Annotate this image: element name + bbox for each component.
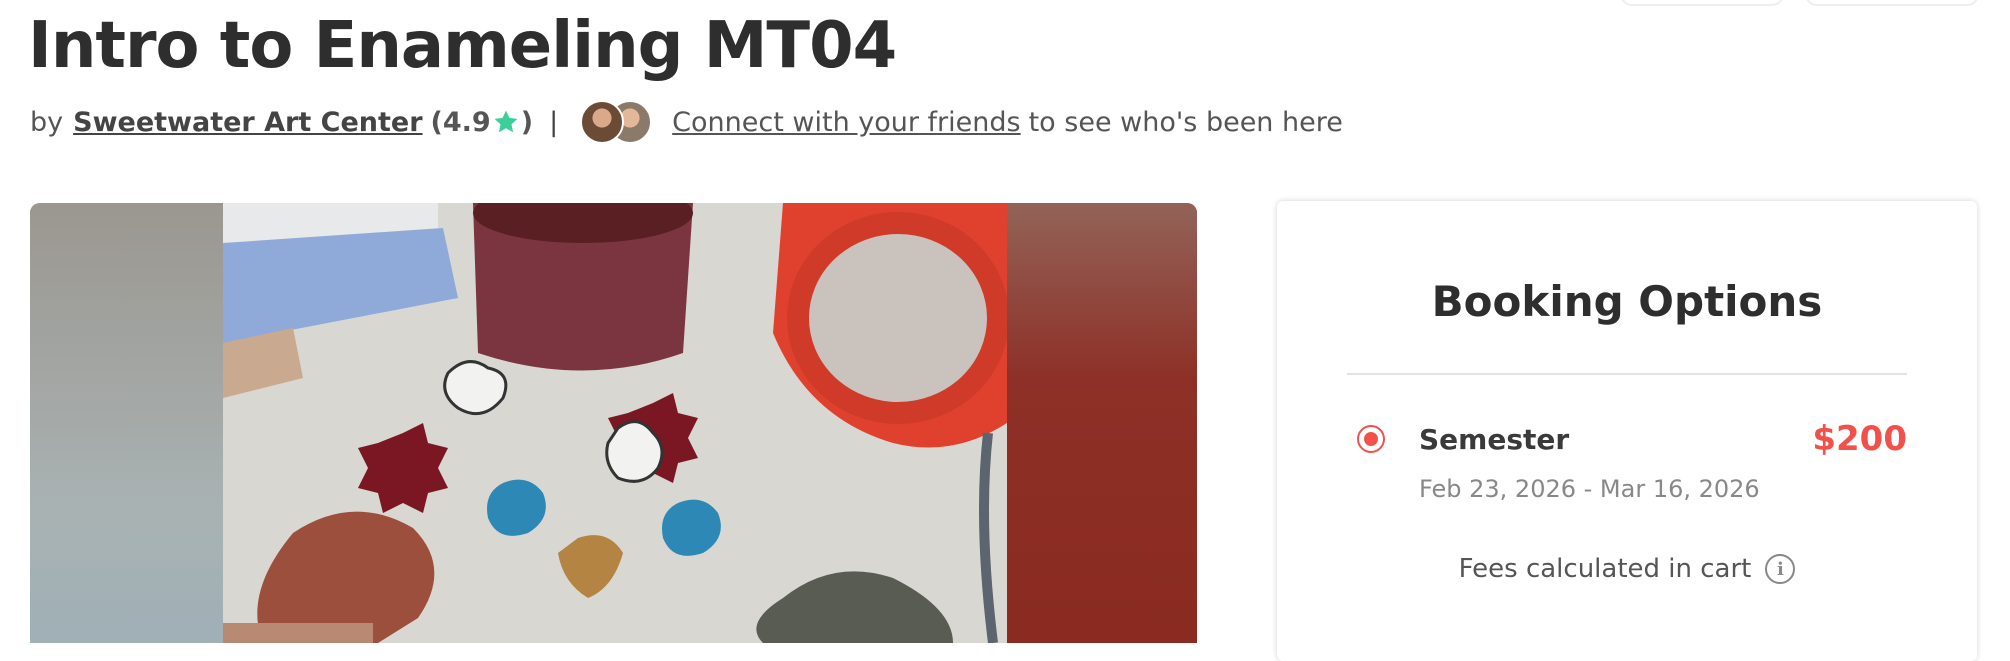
friend-avatars	[580, 100, 658, 144]
fees-text: Fees calculated in cart	[1458, 554, 1752, 584]
hero-blur-left	[30, 203, 223, 643]
top-nav-pill[interactable]	[1805, 0, 1979, 6]
page-title: Intro to Enameling MT04	[28, 9, 897, 83]
byline: by Sweetwater Art Center (4.9 ) | Connec…	[30, 100, 1343, 144]
divider	[1347, 373, 1907, 375]
info-icon[interactable]: i	[1765, 554, 1796, 584]
avatar	[580, 100, 625, 144]
hero-photo[interactable]	[30, 203, 1197, 643]
byline-separator: |	[549, 106, 559, 138]
rating: (4.9 )	[431, 107, 534, 138]
booking-heading: Booking Options	[1431, 277, 1823, 326]
hero-blur-right	[1007, 203, 1197, 643]
rating-close: )	[520, 106, 534, 138]
byline-prefix: by	[30, 106, 64, 138]
option-dates: Feb 23, 2026 - Mar 16, 2026	[1419, 475, 1760, 503]
top-nav-pill[interactable]	[1620, 0, 1784, 6]
booking-card: Booking Options Semester $200 Feb 23, 20…	[1277, 201, 1977, 661]
connect-suffix: to see who's been here	[1028, 106, 1343, 138]
organizer-link[interactable]: Sweetwater Art Center	[73, 107, 422, 138]
star-icon	[494, 110, 518, 133]
connect-friends-link[interactable]: Connect with your friends	[672, 107, 1020, 138]
rating-value: (4.9	[430, 106, 491, 138]
fees-note: Fees calculated in cart i	[1277, 554, 1977, 584]
booking-option-semester[interactable]: Semester $200 Feb 23, 2026 - Mar 16, 202…	[1357, 419, 1907, 509]
option-price: $200	[1812, 419, 1907, 459]
enameling-supplies-photo	[223, 203, 1007, 643]
radio-selected-icon[interactable]	[1357, 425, 1385, 453]
option-name: Semester	[1419, 423, 1570, 456]
